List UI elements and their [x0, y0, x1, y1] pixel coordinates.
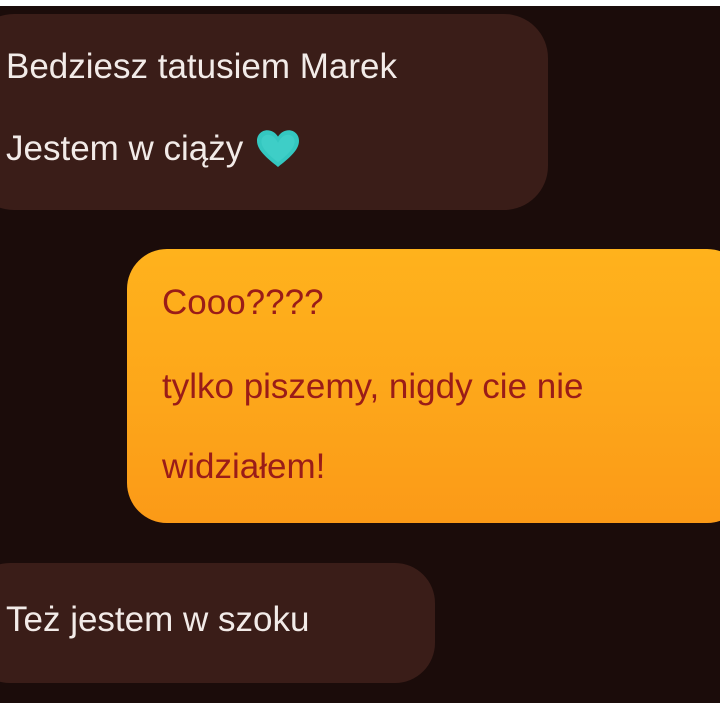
incoming-message-line: Jestem w ciąży	[6, 128, 301, 170]
incoming-message-bubble[interactable]	[0, 14, 548, 210]
incoming-message-text: Też jestem w szoku	[6, 600, 310, 639]
outgoing-message-text: tylko piszemy, nigdy cie nie	[162, 367, 584, 406]
teal-heart-icon	[255, 128, 301, 170]
outgoing-message-text: Cooo????	[162, 283, 324, 322]
incoming-message-text: Bedziesz tatusiem Marek	[6, 47, 397, 86]
outgoing-message-text: widziałem!	[162, 447, 326, 486]
incoming-message-text: Jestem w ciąży	[6, 129, 244, 168]
